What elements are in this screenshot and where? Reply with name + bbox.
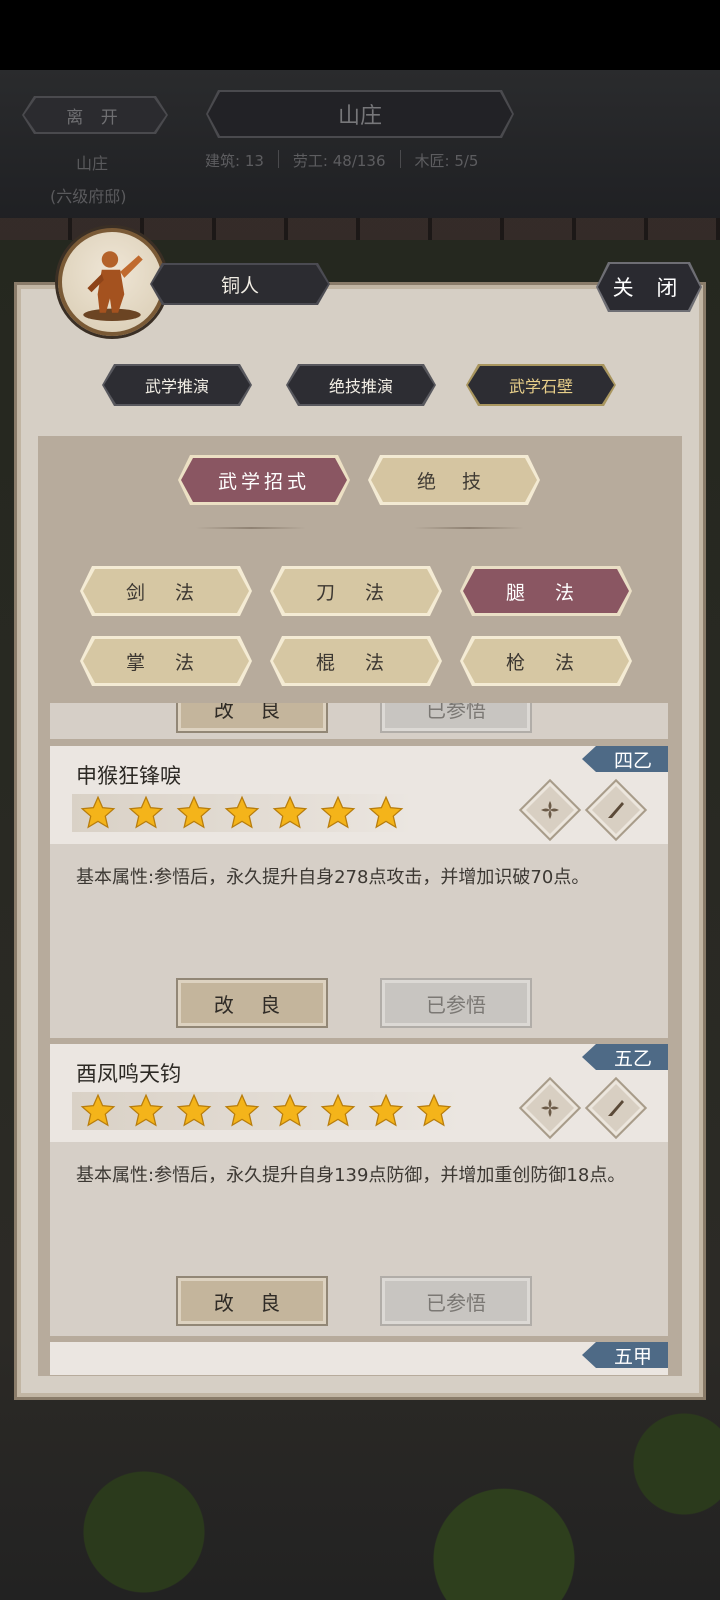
grade-badge: 五甲 (582, 1342, 668, 1368)
close-button[interactable]: 关 闭 (596, 262, 702, 312)
stat-buildings: 建筑: 13 (205, 152, 264, 170)
category-staff[interactable]: 棍 法 (270, 636, 442, 686)
location-title: 山庄 (206, 90, 514, 138)
comprehended-button: 已参悟 (380, 703, 532, 733)
tab-martial-derivation[interactable]: 武学推演 (102, 364, 252, 406)
star-icon (272, 1093, 308, 1127)
star-icon (368, 1093, 404, 1127)
tab-martial-stone-wall[interactable]: 武学石壁 (466, 364, 616, 406)
blade-icon (608, 802, 624, 818)
improve-button[interactable]: 改 良 (176, 1276, 328, 1326)
star-icon (320, 795, 356, 829)
category-sword[interactable]: 剑 法 (80, 566, 252, 616)
skill-name: 申猴狂锋唳 (76, 764, 181, 788)
divider-left (196, 527, 306, 529)
star-rating (72, 1092, 460, 1130)
star-icon (320, 1093, 356, 1127)
segment-unique-skills[interactable]: 绝 技 (368, 455, 540, 505)
star-icon (80, 795, 116, 829)
location-name: 山庄 (76, 154, 109, 173)
list-item: 五乙 酉凤鸣天钧 基本属性:参悟后，永久提升自身139点防御，并增加重创防御18… (50, 1044, 668, 1336)
card-header (50, 1342, 668, 1375)
location-level: (六级府邸) (50, 187, 127, 206)
skill-description: 基本属性:参悟后，永久提升自身139点防御，并增加重创防御18点。 (76, 1165, 626, 1186)
list-item-partial: 改 良 已参悟 (50, 703, 668, 739)
blade-icon (608, 1100, 624, 1116)
skill-name: 酉凤鸣天钧 (76, 1062, 181, 1086)
stat-separator (277, 150, 279, 168)
leave-button[interactable]: 离 开 (22, 96, 168, 134)
star-icon (80, 1093, 116, 1127)
status-bar (0, 0, 720, 70)
portrait-avatar (58, 228, 166, 336)
star-rating (72, 794, 412, 832)
star-icon (128, 1093, 164, 1127)
skill-description: 基本属性:参悟后，永久提升自身278点攻击，并增加识破70点。 (76, 867, 590, 888)
flower-icon (541, 1099, 559, 1117)
stat-carpenters: 木匠: 5/5 (414, 152, 479, 170)
segment-martial-moves[interactable]: 武学招式 (178, 455, 350, 505)
category-spear[interactable]: 枪 法 (460, 636, 632, 686)
star-icon (176, 1093, 212, 1127)
grade-badge: 五乙 (582, 1044, 668, 1070)
stat-separator (399, 150, 401, 168)
building-stats: 建筑: 13 劳工: 48/136 木匠: 5/5 (205, 150, 478, 171)
star-icon (128, 795, 164, 829)
list-item-partial: 五甲 (50, 1342, 668, 1375)
category-saber[interactable]: 刀 法 (270, 566, 442, 616)
character-name-tab: 铜人 (150, 263, 330, 305)
star-icon (176, 795, 212, 829)
comprehended-button: 已参悟 (380, 978, 532, 1028)
stat-laborers: 劳工: 48/136 (292, 152, 386, 170)
grade-badge: 四乙 (582, 746, 668, 772)
star-icon (272, 795, 308, 829)
flower-icon (541, 801, 559, 819)
skill-list[interactable]: 改 良 已参悟 四乙 申猴狂锋唳 基本属性:参悟后，永久提升自身278点攻击，并… (50, 703, 668, 1375)
star-icon (416, 1093, 452, 1127)
improve-button[interactable]: 改 良 (176, 978, 328, 1028)
star-icon (368, 795, 404, 829)
bronze-figure-icon (83, 251, 143, 321)
list-item: 四乙 申猴狂锋唳 基本属性:参悟后，永久提升自身278点攻击，并增加识破70点。… (50, 746, 668, 1038)
star-icon (224, 795, 260, 829)
star-icon (224, 1093, 260, 1127)
category-palm[interactable]: 掌 法 (80, 636, 252, 686)
category-leg[interactable]: 腿 法 (460, 566, 632, 616)
tab-skill-derivation[interactable]: 绝技推演 (286, 364, 436, 406)
improve-button[interactable]: 改 良 (176, 703, 328, 733)
comprehended-button: 已参悟 (380, 1276, 532, 1326)
divider-right (414, 527, 524, 529)
